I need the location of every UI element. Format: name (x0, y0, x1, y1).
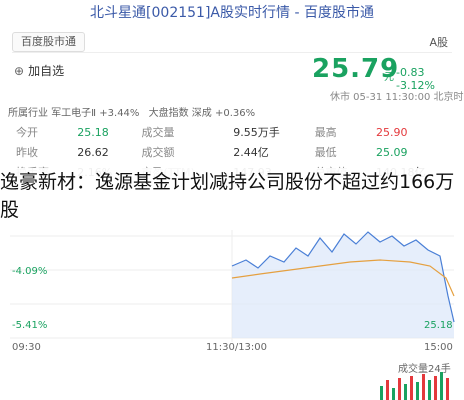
add-watchlist-button[interactable]: ⊕ 加自选 (14, 62, 64, 79)
volume-chart (380, 372, 449, 400)
volume-bar (386, 380, 389, 400)
change-value: -0.83 (396, 66, 425, 79)
stat-label: 最高 (314, 126, 337, 139)
stat-value: 9.55万手 (233, 126, 280, 139)
volume-bar (416, 382, 419, 400)
stats-row: 昨收 26.62 成交额 2.44亿 最低 25.09 (12, 142, 458, 162)
intraday-chart[interactable]: -4.09% -5.41% 25.18 (0, 226, 464, 346)
stat-label: 最低 (314, 146, 337, 159)
window-title: 北斗星通[002151]A股实时行情 - 百度股市通 (90, 5, 374, 21)
industry-link[interactable]: 所属行业 军工电子Ⅱ +3.44% (8, 108, 139, 119)
stat-value: 25.18 (77, 125, 109, 139)
volume-bar (422, 374, 425, 400)
volume-bar (392, 388, 395, 400)
stat-value: 26.62 (77, 145, 109, 159)
plus-circle-icon: ⊕ (14, 64, 25, 78)
volume-bar (404, 384, 407, 400)
volume-bar (398, 378, 401, 400)
price-area (232, 232, 454, 338)
y-right-label: 25.18 (424, 320, 453, 331)
volume-bar (446, 378, 449, 400)
y-left-label: -4.09% (12, 266, 47, 277)
x-axis-label: 09:30 (12, 342, 41, 353)
stats-row: 今开 25.18 成交量 9.55万手 最高 25.90 (12, 122, 458, 142)
add-watchlist-label: 加自选 (28, 64, 65, 78)
x-axis-label: 15:00 (424, 342, 453, 353)
y-left-label: -5.41% (12, 320, 47, 331)
quote-time: 休市 05-31 11:30:00 北京时间 (330, 92, 464, 103)
tab-bar: 百度股市通 A股 (12, 30, 452, 53)
volume-bar (410, 376, 413, 400)
tab-a-share[interactable]: A股 (429, 34, 448, 50)
stat-value: 25.09 (375, 145, 408, 159)
stat-value: 25.90 (375, 125, 408, 139)
volume-bar (434, 376, 437, 400)
index-link[interactable]: 大盘指数 深成 +0.36% (149, 108, 256, 119)
volume-bar (380, 386, 383, 400)
stat-label: 昨收 (16, 146, 38, 159)
tab-baidu-stock[interactable]: 百度股市通 (12, 32, 85, 52)
stat-label: 成交额 (141, 146, 175, 159)
news-headline: 逸豪新材：逸源基金计划减持公司股份不超过约166万股 (0, 168, 464, 224)
info-bar: 所属行业 军工电子Ⅱ +3.44% 大盘指数 深成 +0.36% (8, 104, 456, 120)
x-axis-label: 11:30/13:00 (206, 342, 268, 353)
stat-label: 今开 (16, 126, 38, 139)
volume-bar (428, 380, 431, 400)
volume-bar (440, 372, 443, 400)
price-unit: 元 (384, 72, 394, 83)
volume-bars (380, 372, 449, 400)
stat-value: 2.44亿 (233, 146, 269, 159)
stat-label: 成交量 (141, 126, 175, 139)
